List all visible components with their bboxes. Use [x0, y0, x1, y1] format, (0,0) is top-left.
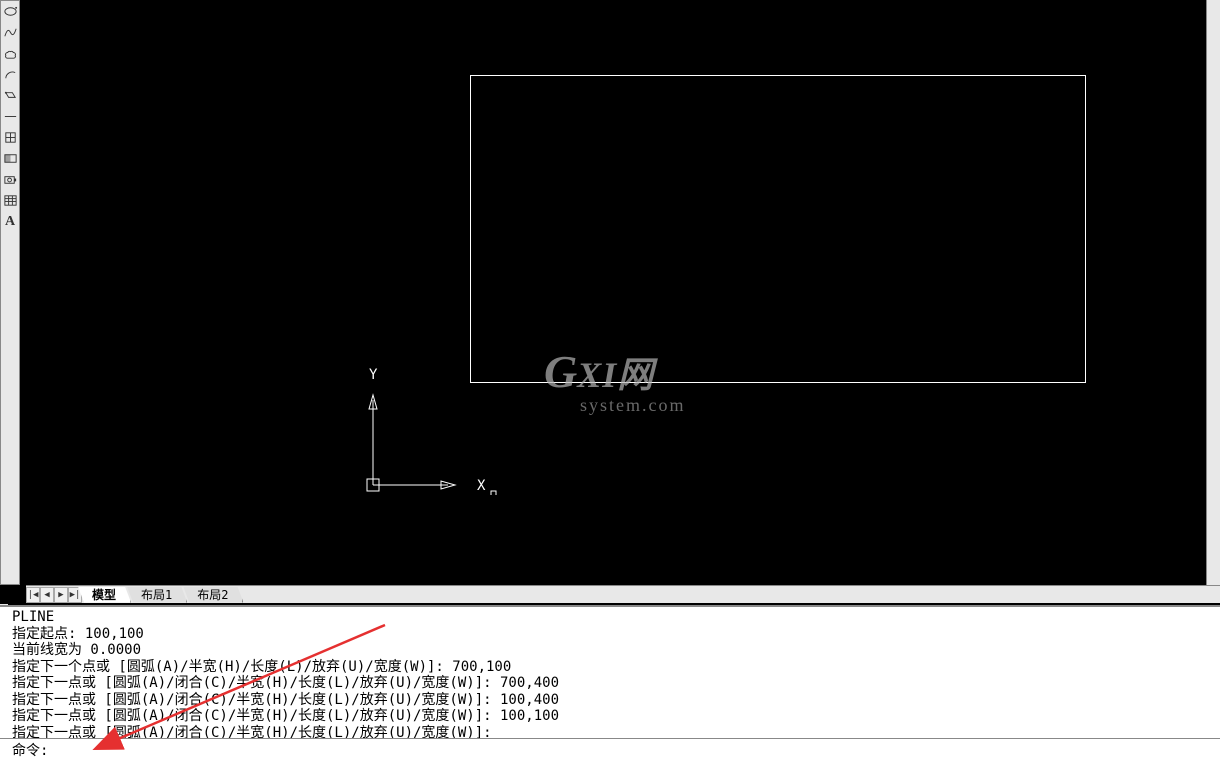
tab-layout1[interactable]: 布局1	[127, 587, 187, 603]
vertical-scrollbar[interactable]	[1206, 0, 1220, 585]
point-tool-icon[interactable]	[2, 108, 19, 125]
log-line: 指定起点: 100,100	[12, 626, 144, 642]
ucs-icon: Y X	[363, 365, 503, 495]
tab-nav-first-icon[interactable]: |◀	[26, 587, 40, 603]
log-line: 当前线宽为 0.0000	[12, 642, 141, 658]
svg-text:Y: Y	[369, 367, 378, 383]
log-line: 指定下一个点或 [圆弧(A)/半宽(H)/长度(L)/放弃(U)/宽度(W)]:…	[12, 659, 511, 675]
log-line: 指定下一点或 [圆弧(A)/闭合(C)/半宽(H)/长度(L)/放弃(U)/宽度…	[12, 708, 559, 724]
command-line: 命令:	[0, 738, 1220, 760]
table-tool-icon[interactable]	[2, 192, 19, 209]
camera-tool-icon[interactable]	[2, 171, 19, 188]
tab-nav-prev-icon[interactable]: ◀	[40, 587, 54, 603]
drawn-rectangle	[470, 75, 1086, 383]
tab-model[interactable]: 模型	[78, 587, 131, 603]
rect-outline-tool-icon[interactable]	[2, 87, 19, 104]
tab-layout2[interactable]: 布局2	[183, 587, 243, 603]
command-input[interactable]	[48, 742, 1220, 758]
log-line: 指定下一点或 [圆弧(A)/闭合(C)/半宽(H)/长度(L)/放弃(U)/宽度…	[12, 675, 559, 691]
text-tool-icon[interactable]: A	[2, 213, 19, 230]
layout-tabbar: |◀ ◀ ▶ ▶| 模型 布局1 布局2	[26, 585, 1220, 603]
watermark: GXI网 system.com	[544, 345, 686, 419]
hatch-region-tool-icon[interactable]	[2, 129, 19, 146]
command-prompt: 命令:	[12, 740, 48, 760]
arc-tool-icon[interactable]	[2, 66, 19, 83]
gradient-tool-icon[interactable]	[2, 150, 19, 167]
draw-toolbar: A	[0, 0, 20, 585]
log-line: 指定下一点或 [圆弧(A)/闭合(C)/半宽(H)/长度(L)/放弃(U)/宽度…	[12, 692, 559, 708]
command-history: PLINE 指定起点: 100,100 当前线宽为 0.0000 指定下一个点或…	[0, 605, 1220, 738]
drawing-canvas[interactable]: Y X GXI网 system.com	[26, 0, 1220, 585]
revcloud-tool-icon[interactable]	[2, 45, 19, 62]
tab-nav-next-icon[interactable]: ▶	[54, 587, 68, 603]
spline-tool-icon[interactable]	[2, 24, 19, 41]
svg-text:X: X	[477, 478, 486, 494]
log-line: PLINE	[12, 609, 54, 625]
ellipse-tool-icon[interactable]	[2, 3, 19, 20]
